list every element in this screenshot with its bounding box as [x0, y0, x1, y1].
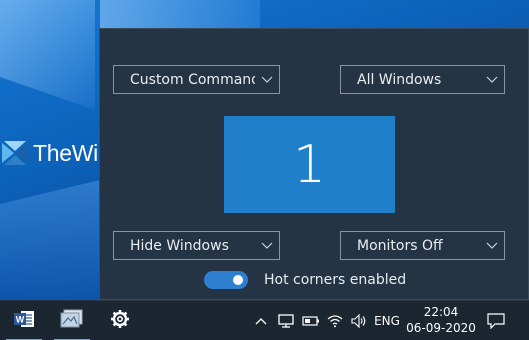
input-language-indicator[interactable]: ENG	[374, 311, 400, 331]
svg-text:W: W	[16, 315, 25, 325]
dropdown-value: Custom Command	[130, 71, 255, 88]
monitor-number: 1	[292, 134, 327, 195]
word-icon: W	[13, 309, 35, 333]
toggle-knob	[233, 275, 243, 285]
dropdown-value: Monitors Off	[357, 237, 443, 254]
taskbar-app-photos[interactable]	[48, 301, 96, 340]
monitor-preview: 1	[224, 116, 395, 213]
wifi-icon[interactable]	[326, 311, 344, 331]
hot-corners-toggle-row: Hot corners enabled	[204, 270, 406, 290]
chevron-down-icon	[255, 231, 279, 260]
network-icon[interactable]	[276, 311, 296, 331]
system-clock[interactable]: 22:04 06-09-2020	[404, 304, 478, 338]
toggle-label: Hot corners enabled	[264, 272, 407, 288]
show-hidden-icons-chevron-icon[interactable]	[253, 311, 269, 331]
settings-icon	[110, 309, 130, 333]
dropdown-value: All Windows	[357, 71, 442, 88]
chevron-down-icon	[480, 231, 504, 260]
hot-corners-panel: Custom Command All Windows 1 Hide Window…	[99, 28, 529, 300]
hot-corners-toggle[interactable]	[204, 271, 248, 289]
photos-icon	[60, 309, 84, 333]
taskbar: W ENG 22:04 06-09-2020	[0, 300, 529, 340]
volume-icon[interactable]	[350, 311, 368, 331]
top-left-corner-dropdown[interactable]: Custom Command	[113, 65, 280, 94]
clock-time: 22:04	[423, 305, 459, 319]
wallpaper-light-beam	[0, 180, 100, 300]
wallpaper-light-beam	[0, 0, 95, 110]
action-center-icon[interactable]	[486, 311, 506, 331]
wallpaper-light-beam	[100, 0, 260, 30]
bottom-right-corner-dropdown[interactable]: Monitors Off	[340, 231, 505, 260]
taskbar-app-settings[interactable]	[96, 301, 144, 340]
battery-icon[interactable]	[301, 311, 321, 331]
taskbar-app-word[interactable]: W	[0, 301, 48, 340]
chevron-down-icon	[255, 65, 279, 94]
bottom-left-corner-dropdown[interactable]: Hide Windows	[113, 231, 280, 260]
top-right-corner-dropdown[interactable]: All Windows	[340, 65, 505, 94]
chevron-down-icon	[480, 65, 504, 94]
dropdown-value: Hide Windows	[130, 237, 229, 254]
clock-date: 06-09-2020	[406, 321, 476, 335]
twc-logo-icon	[2, 139, 28, 167]
